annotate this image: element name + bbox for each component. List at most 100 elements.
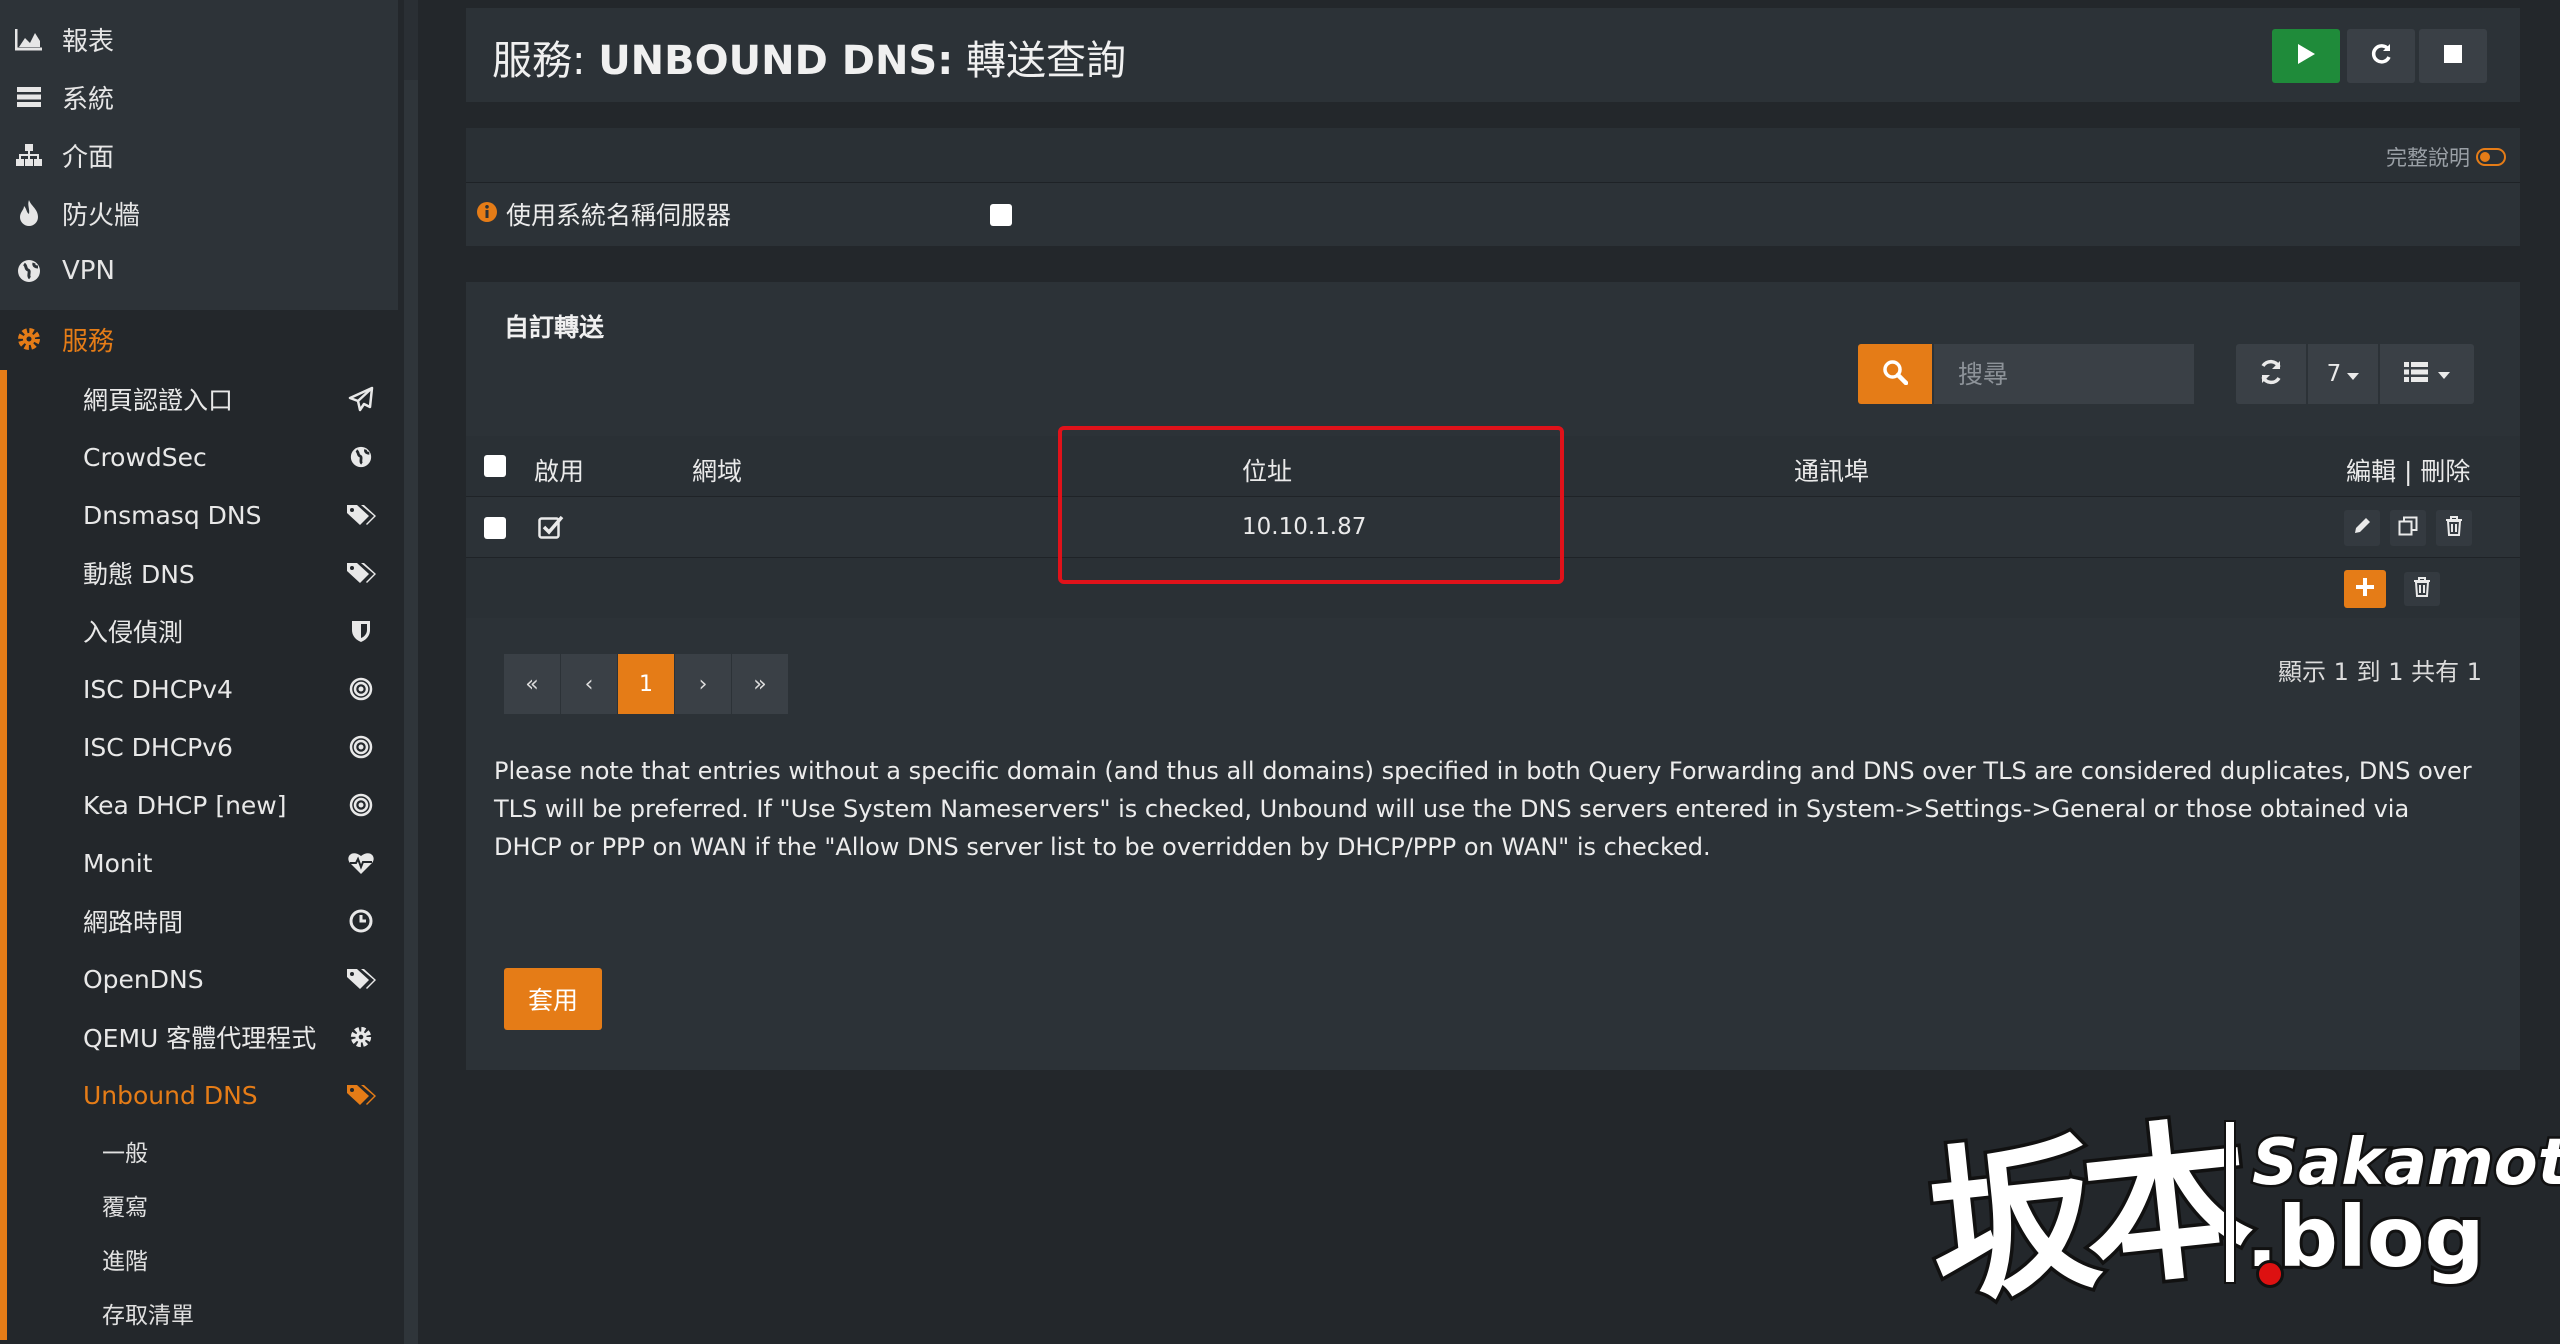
page-title: 服務: UNBOUND DNS: 轉送查詢	[492, 28, 1126, 86]
sidebar-item-dynamic-dns[interactable]: 動態 DNS	[7, 544, 398, 602]
rows-per-page-value: 7	[2326, 361, 2342, 387]
caret-down-icon	[2438, 365, 2450, 384]
sidebar-item-label: QEMU 客體代理程式	[83, 1024, 317, 1053]
sidebar-item-interfaces[interactable]: 介面	[0, 126, 398, 184]
select-all-checkbox[interactable]	[484, 455, 506, 477]
page-title-prefix: 服務:	[492, 38, 599, 84]
sidebar-scrollbar-thumb[interactable]	[404, 80, 418, 1344]
refresh-icon	[2257, 358, 2285, 390]
full-help-label: 完整說明	[2386, 146, 2470, 170]
sidebar-item-services[interactable]: 服務	[0, 310, 398, 368]
page-1-button[interactable]: 1	[618, 654, 675, 714]
column-header-enabled[interactable]: 啟用	[534, 452, 584, 488]
sidebar-item-vpn[interactable]: VPN	[0, 242, 398, 300]
row-select-checkbox[interactable]	[484, 517, 506, 539]
heartbeat-icon	[346, 848, 376, 878]
prev-page-button[interactable]: ‹	[561, 654, 618, 714]
sidebar-item-label: ISC DHCPv4	[83, 674, 233, 704]
sidebar: 報表 系統 介面 防火牆 VPN 服務 網頁認證入口 CrowdSec Dnsm…	[0, 0, 398, 1344]
sidebar-item-isc-dhcpv6[interactable]: ISC DHCPv6	[7, 718, 398, 776]
stop-service-button[interactable]	[2419, 29, 2487, 83]
sidebar-item-dnsmasq[interactable]: Dnsmasq DNS	[7, 486, 398, 544]
pagination-info: 顯示 1 到 1 共有 1	[2278, 658, 2482, 686]
paper-plane-icon	[346, 384, 376, 414]
sidebar-top-block: 報表 系統 介面 防火牆 VPN	[0, 0, 398, 310]
search-icon	[1882, 359, 1909, 389]
plus-icon	[2355, 577, 2375, 601]
delete-selected-button[interactable]	[2404, 572, 2440, 606]
general-settings-panel: 完整說明 使用系統名稱伺服器	[466, 128, 2520, 246]
sidebar-item-captive-portal[interactable]: 網頁認證入口	[7, 370, 398, 428]
pagination: « ‹ 1 › »	[504, 654, 789, 714]
sidebar-item-firewall[interactable]: 防火牆	[0, 184, 398, 242]
sidebar-item-unbound-dns[interactable]: Unbound DNS	[7, 1066, 398, 1124]
sidebar-item-label: 網路時間	[83, 908, 184, 937]
tags-icon	[346, 1080, 376, 1110]
sidebar-item-label: VPN	[62, 256, 115, 286]
delete-row-button[interactable]	[2436, 510, 2472, 546]
search-button[interactable]	[1858, 344, 1932, 404]
use-system-nameservers-checkbox[interactable]	[990, 204, 1012, 226]
enabled-check-icon[interactable]	[538, 515, 564, 543]
sidebar-item-crowdsec[interactable]: CrowdSec	[7, 428, 398, 486]
shield-icon	[346, 616, 376, 646]
custom-forwarding-title: 自訂轉送	[504, 313, 605, 342]
sidebar-item-monit[interactable]: Monit	[7, 834, 398, 892]
start-service-button[interactable]	[2272, 29, 2340, 83]
info-icon[interactable]	[476, 200, 498, 229]
clock-icon	[346, 906, 376, 936]
trash-icon	[2445, 516, 2463, 540]
sidebar-item-label: Dnsmasq DNS	[83, 500, 262, 530]
sidebar-item-opendns[interactable]: OpenDNS	[7, 950, 398, 1008]
sidebar-item-label: Monit	[83, 848, 153, 878]
column-selection-dropdown[interactable]	[2380, 344, 2474, 404]
full-help-toggle[interactable]: 完整說明	[2386, 142, 2506, 172]
column-header-address[interactable]: 位址	[1242, 452, 1292, 488]
use-system-nameservers-label: 使用系統名稱伺服器	[476, 196, 731, 232]
grid-header: 啟用 網域 位址 通訊埠 編輯 | 刪除	[466, 436, 2520, 497]
next-page-button[interactable]: ›	[675, 654, 732, 714]
clone-row-button[interactable]	[2390, 510, 2426, 546]
sidebar-item-unbound-overrides[interactable]: 覆寫	[7, 1178, 398, 1232]
sidebar-item-label: 介面	[62, 142, 115, 173]
search-input[interactable]	[1934, 344, 2194, 404]
sidebar-item-unbound-acl[interactable]: 存取清單	[7, 1286, 398, 1340]
cog-icon	[14, 324, 44, 354]
first-page-button[interactable]: «	[504, 654, 561, 714]
column-header-domain[interactable]: 網域	[692, 452, 742, 488]
rows-per-page-dropdown[interactable]: 7	[2308, 344, 2378, 404]
bullseye-icon	[346, 674, 376, 704]
sidebar-item-isc-dhcpv4[interactable]: ISC DHCPv4	[7, 660, 398, 718]
apply-button[interactable]: 套用	[504, 968, 602, 1030]
edit-row-button[interactable]	[2344, 510, 2380, 546]
refresh-grid-button[interactable]	[2236, 344, 2306, 404]
cog-icon	[346, 1022, 376, 1052]
last-page-button[interactable]: »	[732, 654, 789, 714]
bullseye-icon	[346, 790, 376, 820]
sidebar-item-unbound-advanced[interactable]: 進階	[7, 1232, 398, 1286]
caret-down-icon	[2347, 361, 2360, 387]
tags-icon	[346, 964, 376, 994]
sidebar-item-reports[interactable]: 報表	[0, 10, 398, 68]
add-row-button[interactable]	[2344, 570, 2386, 608]
sidebar-item-label: 動態 DNS	[83, 560, 195, 589]
fire-icon	[14, 198, 44, 228]
sidebar-item-network-time[interactable]: 網路時間	[7, 892, 398, 950]
sidebar-item-unbound-general[interactable]: 一般	[7, 1124, 398, 1178]
sakamoto-blog-watermark: 坂本 Sakamoto .blog	[1916, 1078, 2560, 1331]
use-system-nameservers-text: 使用系統名稱伺服器	[506, 201, 732, 230]
page-title-suffix: 轉送查詢	[953, 38, 1126, 84]
sidebar-item-label: 服務	[62, 326, 115, 357]
sidebar-item-label: Kea DHCP [new]	[83, 790, 287, 820]
sidebar-item-label: CrowdSec	[83, 442, 207, 472]
table-row: 10.10.1.87	[466, 497, 2520, 558]
column-header-port[interactable]: 通訊埠	[1794, 452, 1869, 488]
sidebar-item-system[interactable]: 系統	[0, 68, 398, 126]
restart-service-button[interactable]	[2347, 29, 2415, 83]
list-icon	[2404, 360, 2434, 388]
sidebar-item-intrusion-detection[interactable]: 入侵偵測	[7, 602, 398, 660]
forwarding-note: Please note that entries without a speci…	[494, 757, 2472, 861]
sidebar-item-qemu-agent[interactable]: QEMU 客體代理程式	[7, 1008, 398, 1066]
sidebar-item-kea-dhcp[interactable]: Kea DHCP [new]	[7, 776, 398, 834]
sidebar-item-label: 入侵偵測	[83, 618, 184, 647]
